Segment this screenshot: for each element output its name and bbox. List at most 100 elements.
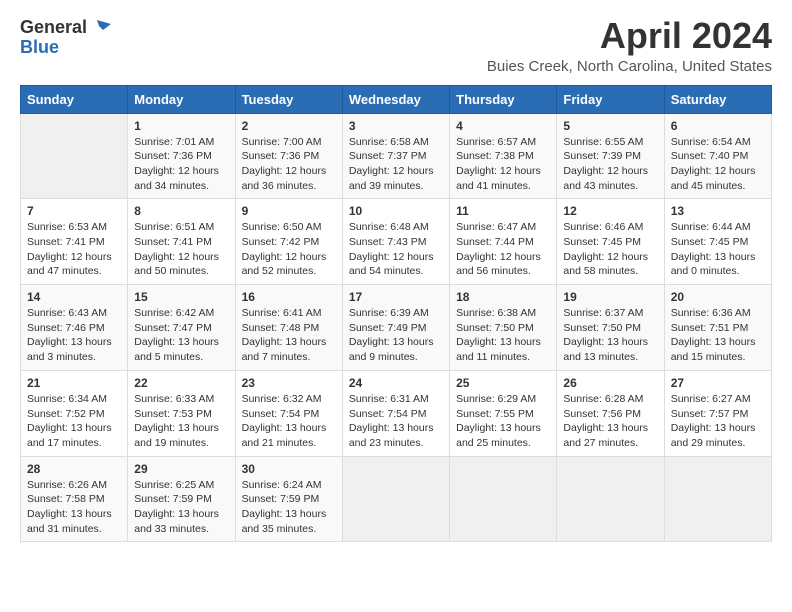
calendar-cell bbox=[557, 456, 664, 542]
day-number: 12 bbox=[563, 204, 657, 218]
calendar-table: SundayMondayTuesdayWednesdayThursdayFrid… bbox=[20, 85, 772, 543]
day-info: Sunrise: 6:28 AMSunset: 7:56 PMDaylight:… bbox=[563, 392, 657, 451]
day-info: Sunrise: 6:29 AMSunset: 7:55 PMDaylight:… bbox=[456, 392, 550, 451]
calendar-cell: 21Sunrise: 6:34 AMSunset: 7:52 PMDayligh… bbox=[21, 370, 128, 456]
logo-general-text: General bbox=[20, 18, 87, 36]
day-info: Sunrise: 6:46 AMSunset: 7:45 PMDaylight:… bbox=[563, 220, 657, 279]
calendar-week-row: 28 Sunrise: 6:26 AMSunset: 7:58 PMDayligh… bbox=[21, 456, 772, 542]
day-number: 1 bbox=[134, 119, 228, 133]
calendar-cell: 14 Sunrise: 6:43 AMSunset: 7:46 PMDayligh… bbox=[21, 285, 128, 371]
day-info: Sunrise: 6:58 AMSunset: 7:37 PMDaylight:… bbox=[349, 135, 443, 194]
day-info: Sunrise: 6:36 AMSunset: 7:51 PMDaylight:… bbox=[671, 306, 765, 365]
day-info: Sunrise: 6:41 AMSunset: 7:48 PMDaylight:… bbox=[242, 306, 336, 365]
calendar-cell: 6Sunrise: 6:54 AMSunset: 7:40 PMDaylight… bbox=[664, 113, 771, 199]
day-number: 28 bbox=[27, 462, 121, 476]
col-header-sunday: Sunday bbox=[21, 85, 128, 113]
calendar-cell: 27Sunrise: 6:27 AMSunset: 7:57 PMDayligh… bbox=[664, 370, 771, 456]
day-number: 8 bbox=[134, 204, 228, 218]
calendar-header: SundayMondayTuesdayWednesdayThursdayFrid… bbox=[21, 85, 772, 113]
header: General Blue April 2024 Buies Creek, Nor… bbox=[20, 16, 772, 75]
day-number: 23 bbox=[242, 376, 336, 390]
day-number: 25 bbox=[456, 376, 550, 390]
day-number: 30 bbox=[242, 462, 336, 476]
col-header-thursday: Thursday bbox=[450, 85, 557, 113]
col-header-saturday: Saturday bbox=[664, 85, 771, 113]
calendar-cell: 12 Sunrise: 6:46 AMSunset: 7:45 PMDayligh… bbox=[557, 199, 664, 285]
calendar-cell: 25 Sunrise: 6:29 AMSunset: 7:55 PMDayligh… bbox=[450, 370, 557, 456]
day-info: Sunrise: 6:39 AMSunset: 7:49 PMDaylight:… bbox=[349, 306, 443, 365]
calendar-body: 1 Sunrise: 7:01 AMSunset: 7:36 PMDaylight… bbox=[21, 113, 772, 542]
day-info: Sunrise: 6:47 AMSunset: 7:44 PMDaylight:… bbox=[456, 220, 550, 279]
day-number: 3 bbox=[349, 119, 443, 133]
calendar-cell: 3 Sunrise: 6:58 AMSunset: 7:37 PMDaylight… bbox=[342, 113, 449, 199]
day-info: Sunrise: 6:48 AMSunset: 7:43 PMDaylight:… bbox=[349, 220, 443, 279]
day-number: 20 bbox=[671, 290, 765, 304]
day-number: 10 bbox=[349, 204, 443, 218]
calendar-cell bbox=[450, 456, 557, 542]
title-block: April 2024 Buies Creek, North Carolina, … bbox=[487, 16, 772, 75]
day-info: Sunrise: 6:55 AMSunset: 7:39 PMDaylight:… bbox=[563, 135, 657, 194]
logo: General Blue bbox=[20, 16, 111, 56]
calendar-cell: 11 Sunrise: 6:47 AMSunset: 7:44 PMDayligh… bbox=[450, 199, 557, 285]
day-number: 17 bbox=[349, 290, 443, 304]
day-info: Sunrise: 6:57 AMSunset: 7:38 PMDaylight:… bbox=[456, 135, 550, 194]
day-info: Sunrise: 6:31 AMSunset: 7:54 PMDaylight:… bbox=[349, 392, 443, 451]
day-info: Sunrise: 6:26 AMSunset: 7:58 PMDaylight:… bbox=[27, 478, 121, 537]
day-number: 24 bbox=[349, 376, 443, 390]
calendar-cell bbox=[664, 456, 771, 542]
calendar-cell: 29 Sunrise: 6:25 AMSunset: 7:59 PMDayligh… bbox=[128, 456, 235, 542]
calendar-cell: 24 Sunrise: 6:31 AMSunset: 7:54 PMDayligh… bbox=[342, 370, 449, 456]
calendar-cell: 23Sunrise: 6:32 AMSunset: 7:54 PMDayligh… bbox=[235, 370, 342, 456]
calendar-cell bbox=[21, 113, 128, 199]
day-info: Sunrise: 6:24 AMSunset: 7:59 PMDaylight:… bbox=[242, 478, 336, 537]
day-info: Sunrise: 6:43 AMSunset: 7:46 PMDaylight:… bbox=[27, 306, 121, 365]
day-info: Sunrise: 6:37 AMSunset: 7:50 PMDaylight:… bbox=[563, 306, 657, 365]
calendar-cell: 5 Sunrise: 6:55 AMSunset: 7:39 PMDaylight… bbox=[557, 113, 664, 199]
calendar-cell: 19 Sunrise: 6:37 AMSunset: 7:50 PMDayligh… bbox=[557, 285, 664, 371]
day-info: Sunrise: 6:50 AMSunset: 7:42 PMDaylight:… bbox=[242, 220, 336, 279]
calendar-week-row: 14 Sunrise: 6:43 AMSunset: 7:46 PMDayligh… bbox=[21, 285, 772, 371]
col-header-friday: Friday bbox=[557, 85, 664, 113]
day-info: Sunrise: 6:25 AMSunset: 7:59 PMDaylight:… bbox=[134, 478, 228, 537]
calendar-cell: 2 Sunrise: 7:00 AMSunset: 7:36 PMDaylight… bbox=[235, 113, 342, 199]
day-info: Sunrise: 7:01 AMSunset: 7:36 PMDaylight:… bbox=[134, 135, 228, 194]
day-info: Sunrise: 6:51 AMSunset: 7:41 PMDaylight:… bbox=[134, 220, 228, 279]
day-number: 19 bbox=[563, 290, 657, 304]
day-info: Sunrise: 6:38 AMSunset: 7:50 PMDaylight:… bbox=[456, 306, 550, 365]
day-number: 29 bbox=[134, 462, 228, 476]
calendar-cell: 8 Sunrise: 6:51 AMSunset: 7:41 PMDaylight… bbox=[128, 199, 235, 285]
day-number: 11 bbox=[456, 204, 550, 218]
calendar-cell: 30 Sunrise: 6:24 AMSunset: 7:59 PMDayligh… bbox=[235, 456, 342, 542]
day-number: 7 bbox=[27, 204, 121, 218]
calendar-cell: 10 Sunrise: 6:48 AMSunset: 7:43 PMDayligh… bbox=[342, 199, 449, 285]
day-number: 4 bbox=[456, 119, 550, 133]
calendar-cell: 1 Sunrise: 7:01 AMSunset: 7:36 PMDaylight… bbox=[128, 113, 235, 199]
day-number: 22 bbox=[134, 376, 228, 390]
calendar-week-row: 1 Sunrise: 7:01 AMSunset: 7:36 PMDaylight… bbox=[21, 113, 772, 199]
calendar-cell bbox=[342, 456, 449, 542]
calendar-cell: 9 Sunrise: 6:50 AMSunset: 7:42 PMDaylight… bbox=[235, 199, 342, 285]
day-number: 9 bbox=[242, 204, 336, 218]
day-info: Sunrise: 7:00 AMSunset: 7:36 PMDaylight:… bbox=[242, 135, 336, 194]
calendar-cell: 16Sunrise: 6:41 AMSunset: 7:48 PMDayligh… bbox=[235, 285, 342, 371]
calendar-cell: 4 Sunrise: 6:57 AMSunset: 7:38 PMDaylight… bbox=[450, 113, 557, 199]
calendar-cell: 15Sunrise: 6:42 AMSunset: 7:47 PMDayligh… bbox=[128, 285, 235, 371]
calendar-cell: 20 Sunrise: 6:36 AMSunset: 7:51 PMDayligh… bbox=[664, 285, 771, 371]
col-header-monday: Monday bbox=[128, 85, 235, 113]
day-number: 13 bbox=[671, 204, 765, 218]
logo-blue-text: Blue bbox=[20, 38, 59, 56]
day-number: 27 bbox=[671, 376, 765, 390]
day-number: 6 bbox=[671, 119, 765, 133]
day-info: Sunrise: 6:53 AMSunset: 7:41 PMDaylight:… bbox=[27, 220, 121, 279]
calendar-cell: 22 Sunrise: 6:33 AMSunset: 7:53 PMDayligh… bbox=[128, 370, 235, 456]
day-number: 5 bbox=[563, 119, 657, 133]
day-info: Sunrise: 6:44 AMSunset: 7:45 PMDaylight:… bbox=[671, 220, 765, 279]
page: General Blue April 2024 Buies Creek, Nor… bbox=[0, 0, 792, 612]
subtitle: Buies Creek, North Carolina, United Stat… bbox=[487, 58, 772, 75]
calendar-header-row: SundayMondayTuesdayWednesdayThursdayFrid… bbox=[21, 85, 772, 113]
day-info: Sunrise: 6:33 AMSunset: 7:53 PMDaylight:… bbox=[134, 392, 228, 451]
day-number: 2 bbox=[242, 119, 336, 133]
day-number: 14 bbox=[27, 290, 121, 304]
main-title: April 2024 bbox=[487, 16, 772, 56]
day-info: Sunrise: 6:34 AMSunset: 7:52 PMDaylight:… bbox=[27, 392, 121, 451]
